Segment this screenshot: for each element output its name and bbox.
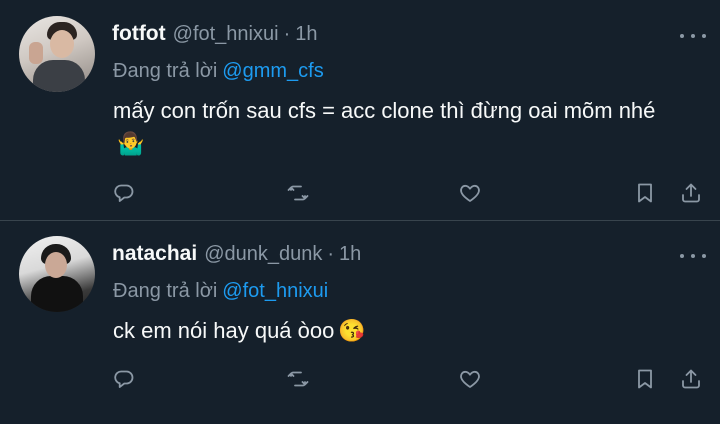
action-bar [0,364,720,394]
reply-button[interactable] [109,178,139,208]
share-button[interactable] [676,178,706,208]
bookmark-button[interactable] [630,178,660,208]
more-options-icon[interactable] [680,31,706,41]
reply-icon [114,184,134,202]
heart-icon [460,370,480,388]
username-handle[interactable]: @dunk_dunk [204,243,322,266]
tweet-body: mấy con trốn sau cfs = acc clone thì đừn… [113,98,656,123]
timestamp[interactable]: 1h [339,243,361,266]
heart-icon [460,184,480,202]
tweet[interactable]: fotfot @fot_hnixui · 1h Đang trả lời @gmm… [0,0,720,220]
bookmark-icon [638,369,652,389]
replying-to: Đang trả lời @fot_hnixui [113,280,328,303]
tweet-header: natachai @dunk_dunk · 1h [112,242,361,270]
retweet-button[interactable] [283,178,313,208]
shrug-emoji: 🤷‍♂️ [117,131,145,156]
display-name[interactable]: natachai [112,242,197,266]
more-options-icon[interactable] [680,251,706,261]
like-button[interactable] [455,178,485,208]
like-button[interactable] [455,364,485,394]
share-icon [682,369,700,389]
tweet-header: fotfot @fot_hnixui · 1h [112,22,317,50]
mention-link[interactable]: @fot_hnixui [222,280,328,302]
tweet-body: ck em nói hay quá òoo [113,318,335,343]
bookmark-button[interactable] [630,364,660,394]
replying-prefix: Đang trả lời [113,280,218,302]
separator-dot: · [327,243,335,265]
retweet-icon [287,371,309,387]
username-handle[interactable]: @fot_hnixui [173,23,279,46]
separator-dot: · [283,23,291,45]
avatar[interactable] [19,236,95,312]
action-bar [0,178,720,208]
tweet[interactable]: natachai @dunk_dunk · 1h Đang trả lời @fo… [0,221,720,424]
replying-prefix: Đang trả lời [113,60,218,82]
bookmark-icon [638,183,652,203]
timestamp[interactable]: 1h [295,23,317,46]
mention-link[interactable]: @gmm_cfs [222,60,323,82]
tweet-text: ck em nói hay quá òoo 😘 [113,314,683,347]
avatar[interactable] [19,16,95,92]
share-icon [682,183,700,203]
kiss-emoji: 😘 [338,318,366,343]
share-button[interactable] [676,364,706,394]
reply-button[interactable] [109,364,139,394]
retweet-icon [287,185,309,201]
display-name[interactable]: fotfot [112,22,166,46]
tweet-text: mấy con trốn sau cfs = acc clone thì đừn… [113,94,683,160]
retweet-button[interactable] [283,364,313,394]
reply-icon [114,370,134,388]
replying-to: Đang trả lời @gmm_cfs [113,60,324,83]
